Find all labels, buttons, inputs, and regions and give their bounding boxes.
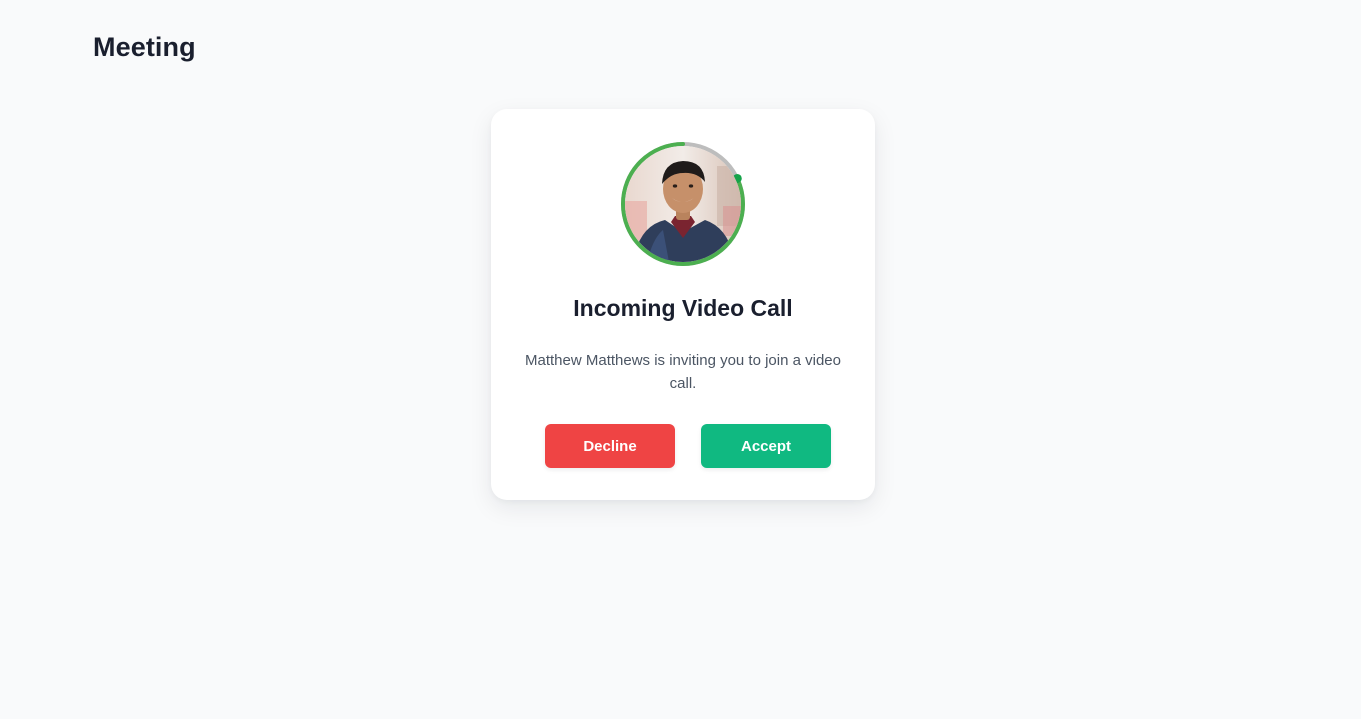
call-message: Matthew Matthews is inviting you to join…	[525, 352, 841, 392]
accept-button[interactable]: Accept	[701, 424, 831, 468]
caller-avatar	[619, 140, 747, 268]
avatar	[625, 146, 741, 262]
page-title: Meeting	[93, 32, 196, 62]
decline-button[interactable]: Decline	[545, 424, 675, 468]
caller-avatar-photo-icon	[625, 146, 741, 262]
call-title: Incoming Video Call	[573, 295, 793, 321]
incoming-call-card: Incoming Video Call Matthew Matthews is …	[491, 109, 875, 500]
